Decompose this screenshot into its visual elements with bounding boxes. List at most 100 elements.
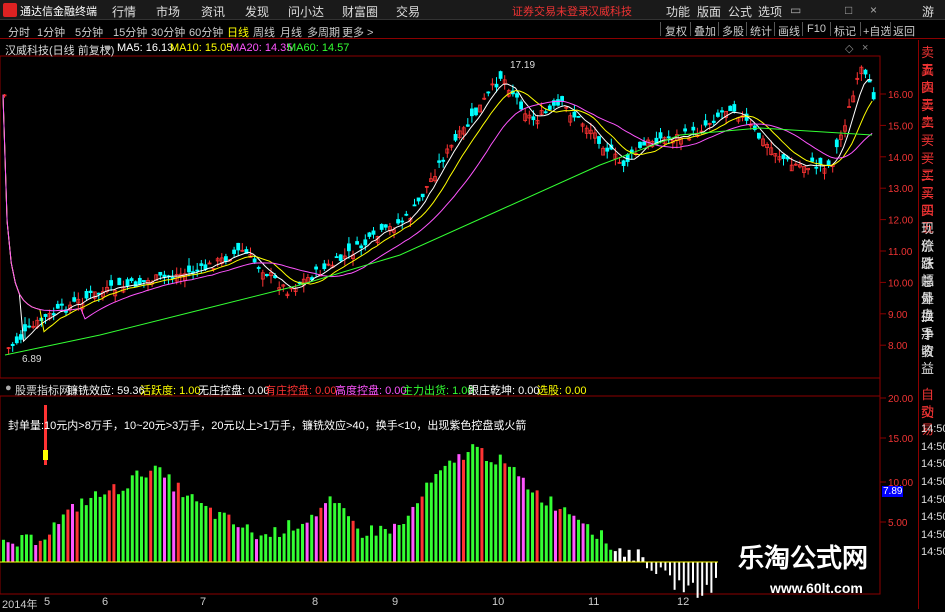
close-panel-icon[interactable]: × <box>862 42 868 54</box>
candle-body <box>625 154 630 162</box>
trade-time-label: 14:50 <box>921 528 945 541</box>
add-watchlist-button[interactable]: +自选 <box>863 23 891 39</box>
period-1min[interactable]: 1分钟 <box>37 24 65 40</box>
indicator-bar <box>521 477 525 562</box>
back-button[interactable]: 返回 <box>893 23 915 39</box>
indicator-bar <box>549 496 553 562</box>
quote-label: 收益 <box>921 344 935 377</box>
candle-body <box>359 245 364 249</box>
candle-body <box>711 120 716 123</box>
mark-button[interactable]: 标记 <box>834 23 856 39</box>
candle-body <box>543 111 548 114</box>
menu-wealth[interactable]: 财富圈 <box>342 3 378 20</box>
ma-line <box>2 90 873 333</box>
indicator-bar <box>48 534 51 562</box>
candle-body <box>363 239 368 246</box>
candle-body <box>847 106 851 108</box>
overlay-button[interactable]: 叠加 <box>694 23 716 39</box>
time-axis: 2014年 5 6 7 8 9 10 11 12 <box>0 596 720 611</box>
title-bar: 通达信金融终端 行情 市场 资讯 发现 问小达 财富圈 交易 证券交易未登录 汉… <box>0 0 945 36</box>
candle-body <box>170 276 175 279</box>
draw-button[interactable]: 画线 <box>778 23 800 39</box>
settings-circle-icon-2[interactable]: ● <box>5 382 12 394</box>
indicator-bar <box>158 467 162 562</box>
indicator-bar <box>406 515 410 562</box>
indicator-bar <box>337 503 341 562</box>
time-label: 12 <box>677 596 690 608</box>
watermark-title: 乐淘公式网 <box>738 543 869 573</box>
app-logo-icon <box>3 3 17 17</box>
period-15min[interactable]: 15分钟 <box>113 24 147 40</box>
menu-options[interactable]: 选项 <box>758 3 782 20</box>
indicator-bar <box>365 535 369 562</box>
candle-body <box>810 157 815 162</box>
candle-body <box>465 124 470 127</box>
menu-market[interactable]: 市场 <box>156 3 180 20</box>
indicator-bar <box>540 502 544 562</box>
candlestick-series <box>2 65 876 355</box>
menu-discover[interactable]: 发现 <box>245 3 269 20</box>
period-monthly[interactable]: 月线 <box>280 24 302 40</box>
diamond-icon[interactable]: ◇ <box>845 42 853 55</box>
candle-body <box>14 336 19 344</box>
candle-body <box>346 243 351 252</box>
indicator-bar <box>462 459 465 562</box>
period-60min[interactable]: 60分钟 <box>189 24 223 40</box>
login-notice[interactable]: 证券交易未登录 <box>512 3 589 19</box>
indicator-bar <box>420 496 424 562</box>
indicator-bar <box>402 523 406 562</box>
menu-news[interactable]: 资讯 <box>201 3 225 20</box>
indicator-bar <box>222 512 226 562</box>
candle-body <box>683 128 687 132</box>
indicator-bar <box>692 562 694 583</box>
close-icon[interactable]: × <box>870 3 877 17</box>
indicator-bar <box>112 484 116 562</box>
indicator-bar <box>144 477 148 562</box>
period-daily[interactable]: 日线 <box>227 24 249 40</box>
candle-body <box>355 241 360 245</box>
indicator-bar <box>121 490 125 562</box>
indicator-bar <box>172 491 176 562</box>
indicator-bar <box>641 557 645 562</box>
indicator-bar <box>687 562 690 586</box>
candle-body <box>383 224 388 228</box>
candle-body <box>572 111 577 118</box>
candle-body <box>162 274 167 278</box>
menu-layout[interactable]: 版面 <box>697 3 721 20</box>
maximize-icon[interactable]: □ <box>845 3 852 17</box>
menu-function[interactable]: 功能 <box>666 3 690 20</box>
menu-formula[interactable]: 公式 <box>728 3 752 20</box>
period-weekly[interactable]: 周线 <box>253 24 275 40</box>
chart-canvas: 16.00 15.00 14.00 13.00 12.00 11.00 10.00 9.00 8… <box>0 55 913 598</box>
menu-trade[interactable]: 交易 <box>396 3 420 20</box>
adjust-button[interactable]: 复权 <box>665 23 687 39</box>
minimize-icon[interactable]: ▭ <box>790 3 801 17</box>
candle-body <box>18 334 23 340</box>
settings-circle-icon[interactable]: ● <box>105 42 112 54</box>
period-5min[interactable]: 5分钟 <box>75 24 103 40</box>
candle-body <box>621 160 626 166</box>
stats-button[interactable]: 统计 <box>750 23 772 39</box>
period-more[interactable]: 更多 > <box>342 24 373 40</box>
indicator-bar <box>319 507 323 562</box>
menu-quotes[interactable]: 行情 <box>112 3 136 20</box>
indicator-bar <box>664 562 667 571</box>
candle-body <box>322 263 327 270</box>
indicator-bar <box>595 538 599 562</box>
indicator-bar <box>213 518 217 562</box>
indicator-bar <box>176 482 180 562</box>
indicator-bar <box>508 466 511 562</box>
f10-button[interactable]: F10 <box>807 23 826 35</box>
candle-body <box>441 159 446 162</box>
period-intraday[interactable]: 分时 <box>8 24 30 40</box>
ma-line <box>2 78 873 343</box>
indicator-bar <box>259 535 263 562</box>
indicator-bar <box>567 514 571 562</box>
period-multi[interactable]: 多周期 <box>307 24 340 40</box>
candle-body <box>199 263 204 266</box>
candle-body <box>556 99 560 106</box>
period-30min[interactable]: 30分钟 <box>151 24 185 40</box>
candle-body <box>515 93 519 98</box>
multi-stock-button[interactable]: 多股 <box>722 23 744 39</box>
menu-ask[interactable]: 问小达 <box>288 3 324 20</box>
